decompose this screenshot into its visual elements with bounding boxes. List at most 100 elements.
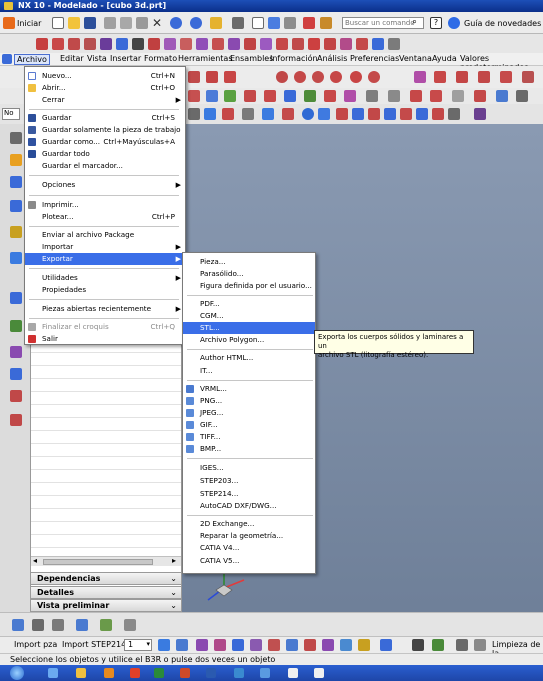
whats-new-icon[interactable] [448, 17, 460, 29]
menu-item-utilidades[interactable]: Utilidades ▶ [25, 272, 185, 284]
menu-item-exportar[interactable]: Exportar ▶ [25, 253, 185, 265]
window-dropdown-icon[interactable] [284, 17, 296, 29]
snap-control-icon[interactable] [282, 108, 294, 120]
circle-2-icon[interactable] [294, 71, 306, 83]
export-item-2d-exchange[interactable]: 2D Exchange... [183, 518, 315, 530]
project-curve-icon[interactable] [308, 38, 320, 50]
text-icon[interactable] [132, 38, 144, 50]
navigator-row[interactable] [31, 535, 181, 548]
filter-icon[interactable] [188, 108, 200, 120]
help-icon[interactable]: ? [430, 17, 442, 29]
process-studio-icon[interactable] [10, 368, 22, 380]
detalles-section[interactable]: Detalles ⌄ [30, 586, 182, 599]
shell-icon[interactable] [388, 90, 400, 102]
selection-filter-label[interactable]: No [2, 108, 20, 120]
navigator-row[interactable] [31, 496, 181, 509]
snap-pole-icon[interactable] [416, 108, 428, 120]
move-to-layer-icon[interactable] [124, 619, 136, 631]
windows-start-icon[interactable] [10, 666, 24, 680]
redo-icon[interactable] [190, 17, 202, 29]
section-icon[interactable] [322, 639, 334, 651]
bookmark-icon[interactable] [474, 108, 486, 120]
menu-item-guardar[interactable]: Guardar Ctrl+S [25, 112, 185, 124]
menu-herramientas[interactable]: Herramientas [178, 54, 233, 63]
snap-reset-icon[interactable] [448, 108, 460, 120]
manufacturing-wizard-icon[interactable] [10, 390, 22, 402]
rectangle-icon[interactable] [68, 38, 80, 50]
navigator-row[interactable] [31, 405, 181, 418]
chevron-down-icon[interactable]: ⌄ [170, 600, 177, 612]
menu-item-enviar-package[interactable]: Enviar al archivo Package [25, 229, 185, 241]
menu-vista[interactable]: Vista [87, 54, 107, 63]
history-icon[interactable] [10, 154, 22, 166]
composite-curve-icon[interactable] [500, 71, 512, 83]
deviation-icon[interactable] [380, 639, 392, 651]
menu-item-importar[interactable]: Importar ▶ [25, 241, 185, 253]
snap-existing-icon[interactable] [336, 108, 348, 120]
chamfer-icon[interactable] [260, 38, 272, 50]
table-icon[interactable] [52, 619, 64, 631]
touch-mode-icon[interactable] [232, 17, 244, 29]
circle-3-icon[interactable] [312, 71, 324, 83]
navigator-row[interactable] [31, 431, 181, 444]
export-item-autocad[interactable]: AutoCAD DXF/DWG... [183, 500, 315, 512]
show-hide-icon[interactable] [176, 639, 188, 651]
circle-icon[interactable] [276, 71, 288, 83]
menu-ventana[interactable]: Ventana [399, 54, 432, 63]
export-item-stl[interactable]: STL... [183, 322, 315, 334]
layer-icon[interactable] [158, 639, 170, 651]
boss-icon[interactable] [244, 90, 256, 102]
scrollbar-thumb[interactable] [43, 559, 153, 565]
import-step214-button[interactable]: Import STEP214 [62, 640, 126, 649]
measure-distance-icon[interactable] [196, 639, 208, 651]
save-icon[interactable] [84, 17, 96, 29]
roles-icon[interactable] [10, 292, 22, 304]
export-item-catia-v5[interactable]: CATIA V5... [183, 555, 315, 567]
table-layout-icon[interactable] [412, 639, 424, 651]
circle-4-icon[interactable] [330, 71, 342, 83]
reuse-library-icon[interactable] [10, 226, 22, 238]
offset-curve-icon[interactable] [164, 38, 176, 50]
start-button[interactable]: Iniciar [17, 19, 41, 28]
vista-preliminar-section[interactable]: Vista preliminar ⌄ [30, 599, 182, 612]
animate-dimension-icon[interactable] [388, 38, 400, 50]
menu-item-opciones[interactable]: Opciones ▶ [25, 179, 185, 191]
export-item-iges[interactable]: IGES... [183, 462, 315, 474]
curvature-icon[interactable] [340, 639, 352, 651]
navigator-row[interactable] [31, 366, 181, 379]
export-item-vrml[interactable]: VRML... [183, 383, 315, 395]
export-item-it[interactable]: IT... [183, 365, 315, 377]
repeat-command-icon[interactable] [210, 17, 222, 29]
export-item-pieza[interactable]: Pieza... [183, 256, 315, 268]
helix-icon[interactable] [434, 71, 446, 83]
snap-mid-icon[interactable] [262, 108, 274, 120]
window-icon[interactable] [252, 17, 264, 29]
point-icon[interactable] [188, 71, 200, 83]
geometric-constraint-icon[interactable] [324, 38, 336, 50]
export-item-step214[interactable]: STEP214... [183, 488, 315, 500]
cleanup-icon[interactable] [474, 639, 486, 651]
intersect-icon[interactable] [324, 90, 336, 102]
sweep-icon[interactable] [366, 90, 378, 102]
polygon-icon[interactable] [84, 38, 96, 50]
measure-length-icon[interactable] [232, 639, 244, 651]
check-geometry-icon[interactable] [304, 639, 316, 651]
export-item-png[interactable]: PNG... [183, 395, 315, 407]
menu-archivo[interactable]: Archivo [14, 54, 50, 65]
export-item-polygon[interactable]: Archivo Polygon... [183, 334, 315, 346]
delete-icon[interactable]: ✕ [152, 16, 162, 30]
new-icon[interactable] [52, 17, 64, 29]
synchronous-icon[interactable] [516, 90, 528, 102]
navigator-row[interactable] [31, 509, 181, 522]
menu-item-guardar-marcador[interactable]: Guardar el marcador... [25, 160, 185, 172]
menu-item-imprimir[interactable]: Imprimir... [25, 199, 185, 211]
auto-constraint-icon[interactable] [340, 38, 352, 50]
mirror-feature-icon[interactable] [496, 90, 508, 102]
arc-curve-icon[interactable] [224, 71, 236, 83]
unite-icon[interactable] [284, 90, 296, 102]
ie-icon[interactable] [48, 668, 58, 678]
navigator-row[interactable] [31, 483, 181, 496]
snap-end-icon[interactable] [242, 108, 254, 120]
export-item-gif[interactable]: GIF... [183, 419, 315, 431]
snap-on-face-icon[interactable] [400, 108, 412, 120]
